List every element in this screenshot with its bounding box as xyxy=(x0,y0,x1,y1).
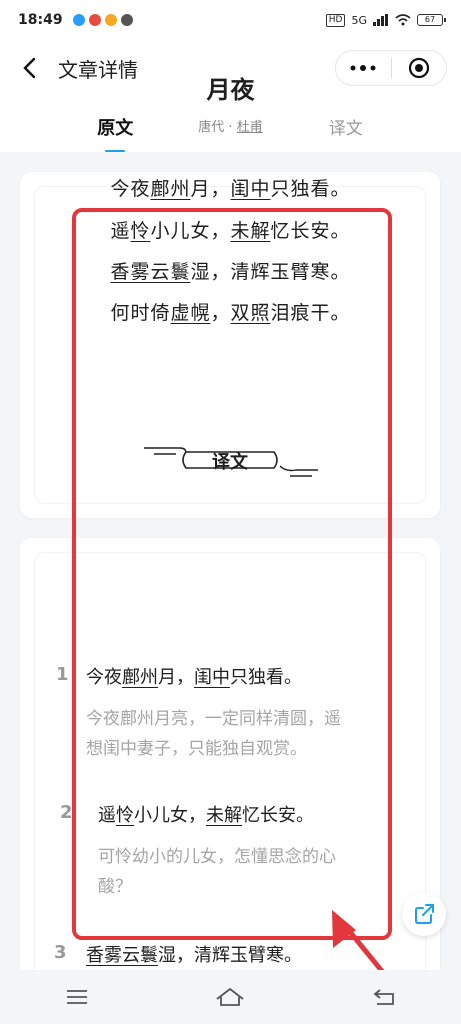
menu-icon xyxy=(66,990,87,1004)
item-verse: 今夜鄜州月，闺中只独看。 xyxy=(86,663,302,689)
share-icon xyxy=(415,904,434,924)
poem-line: 何时倚虚幌，双照泪痕干。 xyxy=(0,298,461,325)
translation-text-line: 想闺中妻子，只能独自观赏。 xyxy=(86,739,307,759)
item-translation: 可怜幼小的儿女，怎懂思念的心 酸？ xyxy=(98,842,398,902)
back-icon xyxy=(373,989,395,1005)
app-notification-icon xyxy=(104,14,117,26)
verse-text: 湿，清辉玉臂寒。 xyxy=(158,945,302,966)
network-label: 5G xyxy=(351,13,367,27)
annotated-word-link[interactable]: 闺中 xyxy=(194,667,230,688)
verse-text: 忆长安。 xyxy=(270,220,351,242)
verse-text: 何时倚 xyxy=(110,302,171,324)
home-button[interactable] xyxy=(210,977,250,1017)
poem-dynasty: 唐代 xyxy=(198,120,225,135)
item-number: 3 xyxy=(54,942,67,963)
item-verse: 香雾云鬟湿，清辉玉臂寒。 xyxy=(86,941,302,967)
translation-text-line: 可怜幼小的儿女，怎懂思念的心 xyxy=(98,847,336,867)
translation-text-line: 今夜鄜州月亮，一定同样清圆，遥 xyxy=(86,709,341,729)
app-notification-icon xyxy=(120,14,133,26)
verse-text: 遥 xyxy=(110,220,131,242)
status-bar: 18:49 HD 5G 67 xyxy=(0,0,461,40)
poem-line: 香雾云鬟湿，清辉玉臂寒。 xyxy=(0,257,461,284)
status-app-icons xyxy=(72,14,133,26)
verse-text: 湿，清辉玉臂寒。 xyxy=(190,261,351,283)
verse-text: 只独看。 xyxy=(270,178,351,200)
item-translation: 今夜鄜州月亮，一定同样清圆，遥 想闺中妻子，只能独自观赏。 xyxy=(86,704,396,764)
system-nav-bar xyxy=(0,970,461,1024)
annotated-word-link[interactable]: 怜 xyxy=(130,220,150,242)
poem-title: 月夜 xyxy=(206,76,255,104)
item-number: 1 xyxy=(56,664,69,685)
system-back-button[interactable] xyxy=(364,977,404,1017)
status-time: 18:49 xyxy=(18,12,63,28)
item-verse: 遥怜小儿女，未解忆长安。 xyxy=(98,801,314,827)
verse-text: 只独看。 xyxy=(230,667,302,688)
verse-text: 遥 xyxy=(98,805,116,826)
annotated-word-link[interactable]: 香雾云鬟 xyxy=(110,261,190,283)
verse-text: 月， xyxy=(190,178,231,200)
verse-text: 泪痕干。 xyxy=(270,302,351,324)
poem-line: 遥怜小儿女，未解忆长安。 xyxy=(0,216,461,243)
wifi-icon xyxy=(395,14,411,26)
verse-text: 小儿女， xyxy=(150,220,231,242)
verse-text: 今夜 xyxy=(86,667,122,688)
share-button[interactable] xyxy=(402,892,446,936)
annotated-word-link[interactable]: 怜 xyxy=(116,805,134,826)
annotated-word-link[interactable]: 香雾云鬟 xyxy=(86,945,158,966)
annotated-word-link[interactable]: 未解 xyxy=(231,220,271,242)
meta-separator: · xyxy=(228,120,233,135)
poem-line: 今夜鄜州月，闺中只独看。 xyxy=(0,174,461,201)
verse-text: 月， xyxy=(158,667,194,688)
annotated-word-link[interactable]: 虚幌 xyxy=(170,302,210,324)
translation-heading: 译文 xyxy=(212,452,248,473)
signal-icon xyxy=(373,14,388,26)
verse-text: 小儿女， xyxy=(134,805,206,826)
annotated-word-link[interactable]: 闺中 xyxy=(231,178,271,200)
app-notification-icon xyxy=(72,14,85,26)
home-icon xyxy=(216,987,245,1006)
item-number: 2 xyxy=(60,802,73,823)
verse-text: 今夜 xyxy=(110,178,151,200)
battery-level: 67 xyxy=(424,15,436,24)
annotated-word-link[interactable]: 鄜州 xyxy=(150,178,190,200)
verse-text: ， xyxy=(210,302,231,324)
poem-author-link[interactable]: 杜甫 xyxy=(237,120,263,135)
verse-text: 忆长安。 xyxy=(242,805,314,826)
app-notification-icon xyxy=(88,14,101,26)
annotated-word-link[interactable]: 双照 xyxy=(231,302,271,324)
annotated-word-link[interactable]: 鄜州 xyxy=(122,667,158,688)
status-right: HD 5G 67 xyxy=(325,13,446,27)
battery-icon: 67 xyxy=(417,14,446,26)
translation-text-line: 酸？ xyxy=(98,877,132,897)
poem-meta: 唐代 · 杜甫 xyxy=(0,116,461,135)
annotated-word-link[interactable]: 未解 xyxy=(206,805,242,826)
hd-badge: HD xyxy=(325,13,346,27)
menu-button[interactable] xyxy=(57,977,97,1017)
